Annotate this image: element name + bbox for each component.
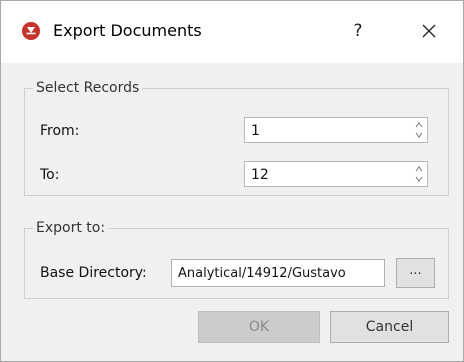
browse-button[interactable]: ... — [396, 258, 435, 288]
base-directory-value: Analytical/14912/Gustavo — [178, 266, 346, 281]
spin-down-icon[interactable] — [414, 130, 424, 140]
ok-button[interactable]: OK — [198, 311, 320, 343]
from-value: 1 — [251, 123, 260, 139]
select-records-legend: Select Records — [33, 79, 143, 97]
app-logo-icon — [22, 22, 40, 40]
export-to-legend: Export to: — [33, 219, 109, 237]
dialog-title: Export Documents — [53, 21, 202, 40]
help-button[interactable]: ? — [346, 17, 370, 45]
to-label: To: — [40, 167, 60, 183]
export-documents-dialog: Export Documents ? Select Records From: … — [0, 0, 464, 362]
close-icon — [422, 24, 436, 38]
from-spinbox[interactable]: 1 — [244, 117, 428, 143]
spin-down-icon[interactable] — [414, 174, 424, 184]
base-directory-label: Base Directory: — [40, 265, 147, 281]
cancel-button[interactable]: Cancel — [330, 311, 449, 343]
to-spinbox[interactable]: 12 — [244, 161, 428, 187]
spin-up-icon[interactable] — [414, 164, 424, 174]
close-button[interactable] — [417, 19, 443, 45]
spin-up-icon[interactable] — [414, 120, 424, 130]
to-value: 12 — [251, 167, 269, 183]
base-directory-field[interactable]: Analytical/14912/Gustavo — [171, 259, 385, 287]
from-label: From: — [40, 123, 80, 139]
title-bar[interactable]: Export Documents ? — [1, 1, 463, 63]
